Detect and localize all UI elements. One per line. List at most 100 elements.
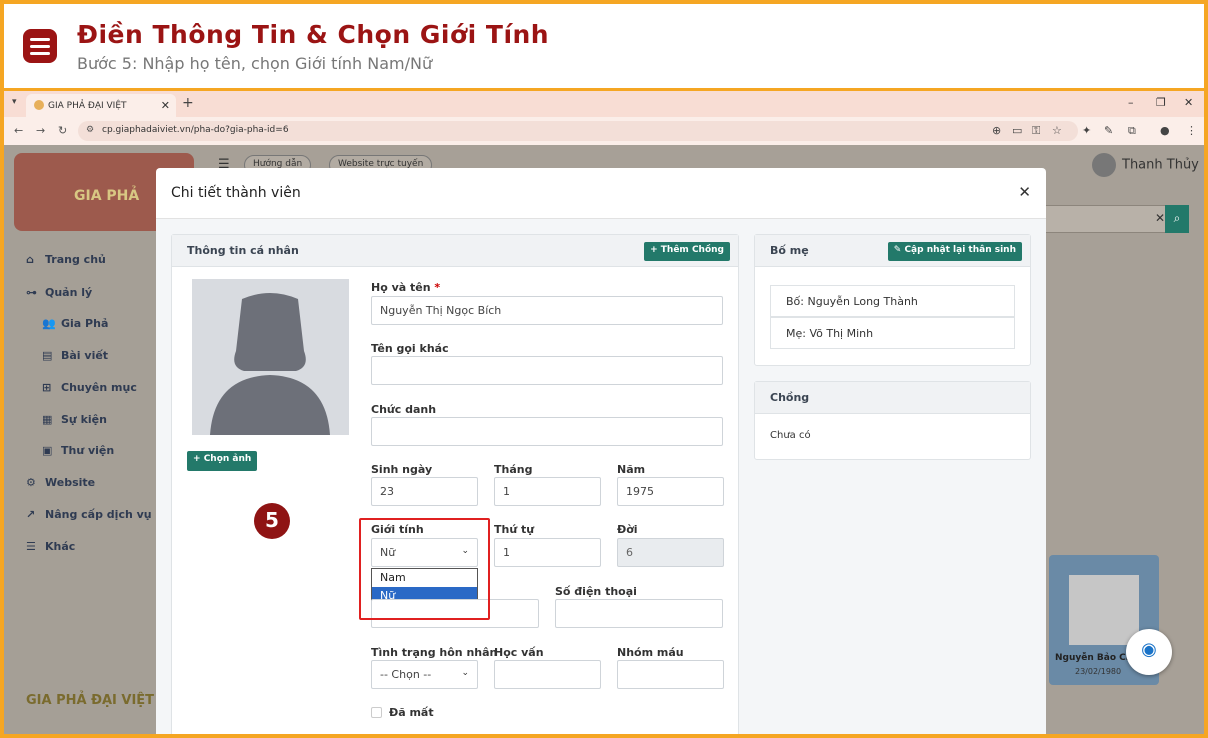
month-field[interactable]: 1 (494, 477, 601, 506)
highlight-box (359, 518, 490, 620)
bookmark-star-icon[interactable]: ☆ (1052, 124, 1062, 137)
new-tab-icon[interactable]: + (182, 95, 194, 111)
sidebar-item-upgrade[interactable]: ↗ Nâng cấp dịch vụ (26, 508, 152, 521)
year-field[interactable]: 1975 (617, 477, 724, 506)
job-title-field[interactable] (371, 417, 723, 446)
add-spouse-button[interactable]: + Thêm Chồng (644, 242, 730, 261)
close-window-icon[interactable]: ✕ (1184, 96, 1193, 109)
clear-icon[interactable]: ✕ (1155, 211, 1165, 225)
list-icon (23, 29, 57, 63)
images-icon: ▣ (42, 444, 53, 457)
forward-icon[interactable]: → (36, 124, 45, 137)
card-title: Bố mẹ (770, 244, 809, 257)
browser-toolbar: ← → ↻ ⚙ cp.giaphadaiviet.vn/pha-do?gia-p… (4, 117, 1204, 145)
personal-info-card: Thông tin cá nhân + Thêm Chồng + Chọn ản… (171, 234, 739, 734)
site-info-icon[interactable]: ⚙ (86, 125, 94, 135)
extension-icon[interactable]: ✦ (1082, 124, 1091, 137)
deceased-label: Đã mất (389, 706, 434, 719)
sidebar-item-categories[interactable]: ⊞ Chuyên mục (42, 381, 137, 394)
address-bar[interactable]: ⚙ cp.giaphadaiviet.vn/pha-do?gia-pha-id=… (78, 121, 1078, 141)
phone-field[interactable] (555, 599, 723, 628)
calendar-icon: ▦ (42, 413, 53, 426)
member-date: 23/02/1980 (1075, 667, 1122, 676)
card-header: Chồng (755, 382, 1030, 414)
sidebar-item-articles[interactable]: ▤ Bài viết (42, 349, 108, 362)
sidebar-item-events[interactable]: ▦ Sự kiện (42, 413, 107, 426)
user-menu[interactable]: Thanh Thủy (1092, 153, 1199, 177)
sitemap-icon: ⊶ (26, 286, 37, 299)
sidebar-item-manage[interactable]: ⊶ Quản lý (26, 286, 92, 299)
marital-label: Tình trạng hôn nhân (371, 646, 498, 659)
reload-icon[interactable]: ↻ (58, 124, 67, 137)
sidebar-item-library[interactable]: ▣ Thư viện (42, 444, 114, 457)
spouse-none-text: Chưa có (770, 430, 811, 441)
close-tab-icon[interactable]: ✕ (161, 99, 170, 112)
key-icon[interactable]: ⚿ (1032, 124, 1040, 138)
nickname-label: Tên gọi khác (371, 342, 449, 355)
month-label: Tháng (494, 463, 533, 476)
full-name-label: Họ và tên * (371, 281, 441, 294)
menu-dots-icon[interactable]: ⋮ (1186, 124, 1197, 137)
card-header: Bố mẹ ✎ Cập nhật lại thân sinh (755, 235, 1030, 267)
education-field[interactable] (494, 660, 601, 689)
app-background: GIA PHẢ ⌂ Trang chủ ⊶ Quản lý 👥 Gia Phả ▤ Bà… (4, 145, 1204, 734)
full-name-field[interactable]: Nguyễn Thị Ngọc Bích (371, 296, 723, 325)
step-number-badge: 5 (254, 503, 290, 539)
cast-icon[interactable]: ▭ (1012, 124, 1022, 137)
minimize-icon[interactable]: – (1128, 96, 1134, 109)
newspaper-icon: ▤ (42, 349, 53, 362)
close-icon[interactable]: ✕ (1018, 183, 1031, 201)
birth-day-field[interactable]: 23 (371, 477, 478, 506)
restore-icon[interactable]: ❐ (1156, 96, 1166, 109)
tab-list-icon[interactable]: ▾ (12, 97, 17, 107)
chat-support-icon[interactable]: ◉ (1126, 629, 1172, 675)
puzzle-icon[interactable]: ⧉ (1128, 124, 1136, 138)
deceased-checkbox[interactable] (371, 707, 382, 718)
search-input[interactable]: ✕ (1044, 205, 1174, 233)
browser-tab[interactable]: GIA PHẢ ĐẠI VIỆT ✕ (26, 94, 176, 117)
tutorial-title: Điền Thông Tin & Chọn Giới Tính (77, 20, 550, 49)
card-header: Thông tin cá nhân + Thêm Chồng (172, 235, 738, 267)
brand-footer: GIA PHẢ ĐẠI VIỆT (26, 693, 155, 708)
sidebar-item-other[interactable]: ☰ Khác (26, 540, 75, 553)
phone-label: Số điện thoại (555, 585, 637, 598)
logo-text: GIA PHẢ (74, 188, 140, 204)
sidebar-item-website[interactable]: ⚙ Website (26, 476, 95, 489)
member-avatar (192, 279, 349, 435)
job-title-label: Chức danh (371, 403, 437, 416)
back-icon[interactable]: ← (14, 124, 23, 137)
zoom-icon[interactable]: ⊕ (992, 124, 1001, 137)
birth-day-label: Sinh ngày (371, 463, 433, 476)
tutorial-header: Điền Thông Tin & Chọn Giới Tính Bước 5: … (4, 4, 1204, 88)
generation-field: 6 (617, 538, 724, 567)
screenshot-frame: Điền Thông Tin & Chọn Giới Tính Bước 5: … (4, 4, 1204, 734)
users-icon: 👥 (42, 317, 56, 330)
mother-item[interactable]: Mẹ: Võ Thị Minh (770, 317, 1015, 349)
favicon-icon (34, 100, 44, 110)
marital-select[interactable]: -- Chọn -- ⌄ (371, 660, 478, 689)
update-parents-button[interactable]: ✎ Cập nhật lại thân sinh (887, 242, 1022, 261)
modal-header: Chi tiết thành viên ✕ (156, 168, 1046, 219)
parents-card: Bố mẹ ✎ Cập nhật lại thân sinh Bố: Nguyễ… (754, 234, 1031, 366)
chart-icon: ↗ (26, 508, 36, 521)
nickname-field[interactable] (371, 356, 723, 385)
generation-label: Đời (617, 523, 638, 536)
gear-icon: ⚙ (26, 476, 36, 489)
father-item[interactable]: Bố: Nguyễn Long Thành (770, 285, 1015, 317)
sidebar-item-family-tree[interactable]: 👥 Gia Phả (42, 317, 108, 330)
profile-icon[interactable]: ● (1160, 124, 1170, 137)
blood-field[interactable] (617, 660, 724, 689)
pen-icon[interactable]: ✎ (1104, 124, 1113, 137)
person-silhouette-icon (210, 293, 330, 435)
sidebar-item-home[interactable]: ⌂ Trang chủ (26, 253, 106, 266)
member-name: Nguyễn Bảo Ch (1055, 653, 1133, 663)
modal-title: Chi tiết thành viên (171, 185, 301, 201)
card-title: Thông tin cá nhân (187, 244, 299, 257)
order-field[interactable]: 1 (494, 538, 601, 567)
search-icon[interactable]: ⌕ (1165, 205, 1189, 233)
spouse-card: Chồng Chưa có (754, 381, 1031, 460)
choose-photo-button[interactable]: + Chọn ảnh (187, 451, 258, 471)
chevron-down-icon: ⌄ (461, 668, 469, 678)
browser-tabbar: ▾ GIA PHẢ ĐẠI VIỆT ✕ + – ❐ ✕ (4, 91, 1204, 117)
year-label: Năm (617, 463, 646, 476)
